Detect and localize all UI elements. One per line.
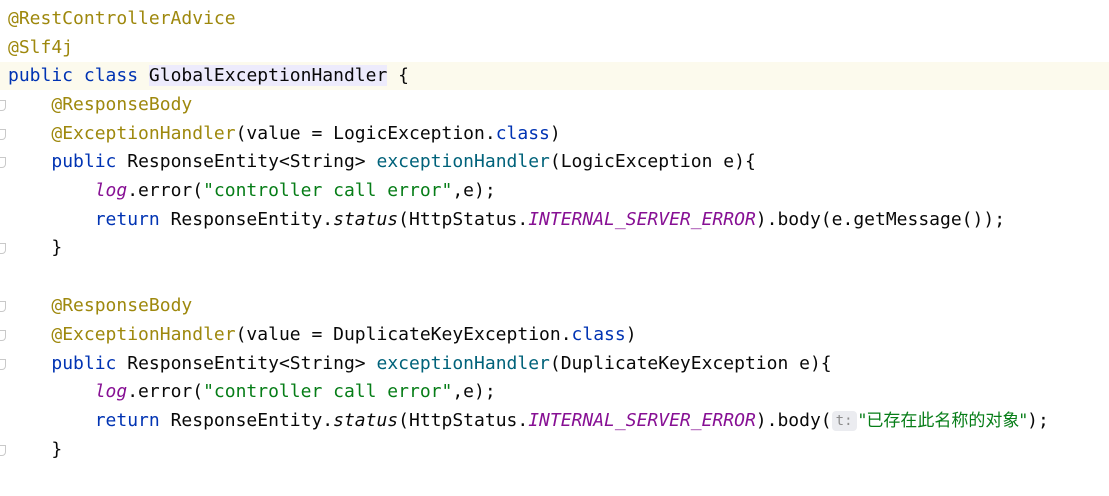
fold-marker-icon[interactable] xyxy=(0,330,6,341)
keyword-public: public xyxy=(51,353,117,374)
body-call: ).body(e.getMessage()); xyxy=(755,209,1006,230)
parameter-hint: t: xyxy=(831,411,857,431)
code-line-16[interactable]: } xyxy=(0,436,1109,464)
code-line-9[interactable]: } xyxy=(0,234,1109,262)
status-call: status xyxy=(333,209,399,230)
fold-marker-icon[interactable] xyxy=(0,100,6,111)
method-params: (DuplicateKeyException e){ xyxy=(549,353,832,374)
keyword-public: public xyxy=(8,65,74,86)
code-line-8[interactable]: return ResponseEntity.status(HttpStatus.… xyxy=(0,206,1109,234)
class-name: GlobalExceptionHandler xyxy=(148,65,388,86)
code-line-2[interactable]: @Slf4j xyxy=(0,34,1109,62)
code-line-12[interactable]: @ExceptionHandler(value = DuplicateKeyEx… xyxy=(0,321,1109,349)
method-params: (LogicException e){ xyxy=(549,151,756,172)
log-args-end: ,e); xyxy=(452,180,496,201)
http-status: (HttpStatus. xyxy=(398,209,529,230)
annotation-response-body: @ResponseBody xyxy=(51,94,193,115)
http-status: (HttpStatus. xyxy=(398,410,529,431)
status-constant: INTERNAL_SERVER_ERROR xyxy=(528,410,756,431)
log-message-string: "controller call error" xyxy=(203,381,453,402)
body-close: ); xyxy=(1027,410,1049,431)
annotation-rest-controller-advice: @RestControllerAdvice xyxy=(8,8,236,29)
status-constant: INTERNAL_SERVER_ERROR xyxy=(528,209,756,230)
method-name: exceptionHandler xyxy=(376,353,550,374)
close-brace: } xyxy=(51,439,63,460)
fold-marker-icon[interactable] xyxy=(0,157,6,168)
code-line-4[interactable]: @ResponseBody xyxy=(0,91,1109,119)
fold-marker-icon[interactable] xyxy=(0,129,6,140)
body-string: "已存在此名称的对象" xyxy=(858,411,1028,431)
return-type: ResponseEntity<String> xyxy=(116,353,377,374)
log-args-end: ,e); xyxy=(452,381,496,402)
code-line-15[interactable]: return ResponseEntity.status(HttpStatus.… xyxy=(0,407,1109,435)
annotation-args: (value = DuplicateKeyException. xyxy=(235,324,572,345)
keyword-return: return xyxy=(94,410,160,431)
annotation-response-body: @ResponseBody xyxy=(51,295,193,316)
fold-marker-icon[interactable] xyxy=(0,301,6,312)
log-field: log xyxy=(94,381,128,402)
log-field: log xyxy=(94,180,128,201)
error-call: .error( xyxy=(127,180,204,201)
code-line-3-current[interactable]: public class GlobalExceptionHandler { xyxy=(0,62,1109,90)
status-call: status xyxy=(333,410,399,431)
keyword-class: class xyxy=(571,324,626,345)
keyword-class: class xyxy=(495,123,550,144)
response-entity: ResponseEntity. xyxy=(159,410,334,431)
code-line-1[interactable]: @RestControllerAdvice xyxy=(0,5,1109,33)
code-line-7[interactable]: log.error("controller call error",e); xyxy=(0,177,1109,205)
close-paren: ) xyxy=(625,324,637,345)
keyword-public: public xyxy=(51,151,117,172)
method-name: exceptionHandler xyxy=(376,151,550,172)
annotation-exception-handler: @ExceptionHandler xyxy=(51,324,236,345)
code-line-14[interactable]: log.error("controller call error",e); xyxy=(0,378,1109,406)
return-type: ResponseEntity<String> xyxy=(116,151,377,172)
error-call: .error( xyxy=(127,381,204,402)
code-line-13[interactable]: public ResponseEntity<String> exceptionH… xyxy=(0,350,1109,378)
fold-marker-icon[interactable] xyxy=(0,445,6,456)
annotation-slf4j: @Slf4j xyxy=(8,37,74,58)
response-entity: ResponseEntity. xyxy=(159,209,334,230)
body-open: ).body( xyxy=(755,410,832,431)
close-brace: } xyxy=(51,237,63,258)
close-paren: ) xyxy=(549,123,561,144)
code-line-5[interactable]: @ExceptionHandler(value = LogicException… xyxy=(0,120,1109,148)
code-line-10-empty[interactable] xyxy=(0,263,1109,291)
code-line-6[interactable]: public ResponseEntity<String> exceptionH… xyxy=(0,148,1109,176)
open-brace: { xyxy=(387,65,410,86)
keyword-class: class xyxy=(83,65,139,86)
fold-marker-icon[interactable] xyxy=(0,243,6,254)
code-editor[interactable]: @RestControllerAdvice @Slf4j public clas… xyxy=(0,0,1109,496)
log-message-string: "controller call error" xyxy=(203,180,453,201)
annotation-exception-handler: @ExceptionHandler xyxy=(51,123,236,144)
keyword-return: return xyxy=(94,209,160,230)
fold-marker-icon[interactable] xyxy=(0,359,6,370)
annotation-args: (value = LogicException. xyxy=(235,123,496,144)
code-line-11[interactable]: @ResponseBody xyxy=(0,292,1109,320)
